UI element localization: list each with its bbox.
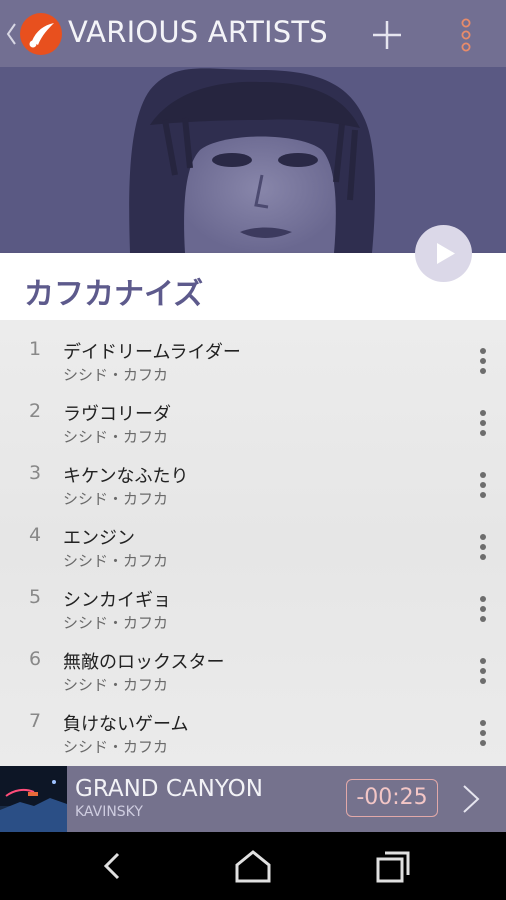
track-more-icon[interactable]	[472, 656, 494, 686]
track-row[interactable]: 7 負けないゲーム シシド・カフカ	[0, 700, 506, 762]
track-row[interactable]: 4 エンジン シシド・カフカ	[0, 514, 506, 576]
track-title: 無敵のロックスター	[63, 652, 225, 673]
nav-back-icon[interactable]	[96, 849, 130, 883]
track-number: 6	[28, 648, 42, 670]
track-number: 3	[28, 462, 42, 484]
track-title: ラヴコリーダ	[63, 404, 171, 425]
app-logo-icon[interactable]	[20, 13, 62, 55]
track-more-icon[interactable]	[472, 594, 494, 624]
track-more-icon[interactable]	[472, 470, 494, 500]
track-title: エンジン	[63, 528, 135, 549]
system-nav-bar	[0, 832, 506, 900]
play-icon	[437, 243, 455, 264]
track-row[interactable]: 6 無敵のロックスター シシド・カフカ	[0, 638, 506, 700]
track-artist: シシド・カフカ	[63, 676, 169, 694]
track-artist: シシド・カフカ	[63, 428, 169, 446]
more-vertical-icon[interactable]	[452, 16, 480, 54]
track-number: 2	[28, 400, 42, 422]
plus-icon[interactable]	[370, 18, 404, 52]
track-number: 1	[28, 338, 42, 360]
top-app-bar: VARIOUS ARTISTS	[0, 0, 506, 67]
track-title: シンカイギョ	[63, 590, 171, 611]
track-artist: シシド・カフカ	[63, 490, 169, 508]
album-title: カフカナイズ	[24, 277, 204, 312]
track-artist: シシド・カフカ	[63, 738, 169, 756]
now-playing-artist: KAVINSKY	[75, 804, 143, 820]
track-number: 5	[28, 586, 42, 608]
track-artist: シシド・カフカ	[63, 614, 169, 632]
track-title: 負けないゲーム	[63, 714, 189, 735]
page-title: VARIOUS ARTISTS	[68, 15, 328, 49]
now-playing-artwork[interactable]	[0, 766, 67, 832]
track-row[interactable]: 1 デイドリームライダー シシド・カフカ	[0, 328, 506, 390]
play-button[interactable]	[415, 225, 472, 282]
track-artist: シシド・カフカ	[63, 366, 169, 384]
nav-home-icon[interactable]	[232, 848, 274, 884]
chevron-left-icon[interactable]	[4, 20, 18, 48]
track-number: 7	[28, 710, 42, 732]
track-list: 1 デイドリームライダー シシド・カフカ 2 ラヴコリーダ シシド・カフカ 3 …	[0, 320, 506, 766]
nav-recents-icon[interactable]	[374, 848, 412, 886]
track-more-icon[interactable]	[472, 346, 494, 376]
track-number: 4	[28, 524, 42, 546]
track-row[interactable]: 5 シンカイギョ シシド・カフカ	[0, 576, 506, 638]
chevron-right-icon[interactable]	[456, 782, 486, 816]
track-artist: シシド・カフカ	[63, 552, 169, 570]
now-playing-bar[interactable]: GRAND CANYON KAVINSKY -00:25	[0, 766, 506, 832]
now-playing-title: GRAND CANYON	[75, 776, 263, 802]
screen: VARIOUS ARTISTS カフカナイズ 1 デイドリームライダー シシド・…	[0, 0, 506, 900]
track-title: キケンなふたり	[63, 466, 189, 487]
track-row[interactable]: 3 キケンなふたり シシド・カフカ	[0, 452, 506, 514]
track-title: デイドリームライダー	[63, 342, 241, 363]
track-more-icon[interactable]	[472, 532, 494, 562]
track-row[interactable]: 2 ラヴコリーダ シシド・カフカ	[0, 390, 506, 452]
track-more-icon[interactable]	[472, 718, 494, 748]
track-more-icon[interactable]	[472, 408, 494, 438]
remaining-time: -00:25	[346, 779, 438, 817]
